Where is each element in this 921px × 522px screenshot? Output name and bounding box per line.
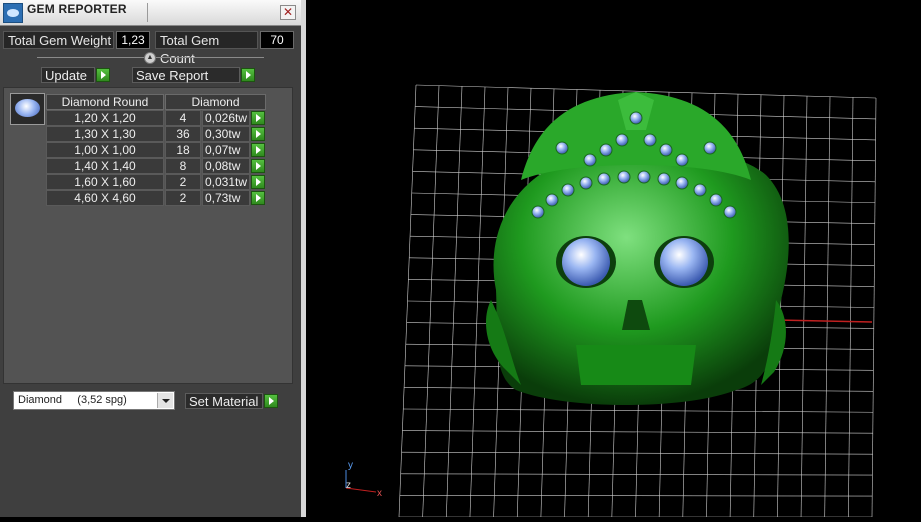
gem-count-cell: 2 [165, 190, 201, 206]
crown-gem [579, 176, 593, 190]
gem-reporter-icon [3, 3, 23, 23]
title-separator [147, 3, 148, 22]
update-go-icon[interactable] [96, 68, 110, 82]
row-select-go-icon[interactable] [251, 127, 265, 141]
teeth [576, 345, 696, 385]
set-material-button[interactable]: Set Material [185, 393, 263, 409]
total-gem-weight-label: Total Gem Weight [3, 31, 114, 49]
axis-z-label: z [346, 480, 351, 491]
crown-gem [629, 111, 643, 125]
axis-y-label: y [348, 460, 353, 471]
total-gem-count-label: Total Gem Count [155, 31, 258, 66]
row-select-go-icon[interactable] [251, 111, 265, 125]
gem-size-cell: 4,60 X 4,60 [46, 190, 164, 206]
material-select-value: Diamond (3,52 spg) [18, 394, 127, 406]
gem-weight-cell: 0,30tw [202, 126, 250, 142]
gem-weight-cell: 0,026tw [202, 110, 250, 126]
crown-gem [637, 170, 651, 184]
header-gem-material: Diamond [165, 94, 266, 110]
crown-gem [531, 205, 545, 219]
left-eye-gem [562, 238, 610, 286]
row-select-go-icon[interactable] [251, 175, 265, 189]
gem-weight-cell: 0,031tw [202, 174, 250, 190]
crown-gem [597, 172, 611, 186]
gem-weight-cell: 0,73tw [202, 190, 250, 206]
crown-gem [703, 141, 717, 155]
row-select-go-icon[interactable] [251, 159, 265, 173]
crown-gem [675, 153, 689, 167]
axis-x-label: x [377, 488, 382, 499]
gem-weight-cell: 0,08tw [202, 158, 250, 174]
gem-weight-cell: 0,07tw [202, 142, 250, 158]
chevron-down-icon[interactable] [157, 393, 173, 408]
gem-size-cell: 1,20 X 1,20 [46, 110, 164, 126]
skull-ring-model[interactable] [486, 92, 789, 405]
gem-size-cell: 1,00 X 1,00 [46, 142, 164, 158]
row-select-go-icon[interactable] [251, 191, 265, 205]
close-button[interactable]: ✕ [280, 5, 296, 20]
crown-gem [545, 193, 559, 207]
collapse-toggle-icon[interactable]: ▲ [144, 52, 156, 64]
crown-gem [599, 143, 613, 157]
save-report-button[interactable]: Save Report [132, 67, 240, 83]
material-select[interactable]: Diamond (3,52 spg) [13, 391, 175, 410]
crown-gem [693, 183, 707, 197]
gem-size-cell: 1,40 X 1,40 [46, 158, 164, 174]
title-bar: GEM REPORTER ✕ [0, 0, 301, 26]
crown-gem [561, 183, 575, 197]
crown-gem [643, 133, 657, 147]
crown-gem [615, 133, 629, 147]
header-gem-shape: Diamond Round [46, 94, 164, 110]
save-report-go-icon[interactable] [241, 68, 255, 82]
crown-gem [617, 170, 631, 184]
set-material-go-icon[interactable] [264, 394, 278, 408]
window-title: GEM REPORTER [27, 2, 127, 16]
viewport-canvas: y z x [345, 84, 877, 518]
gem-count-cell: 2 [165, 174, 201, 190]
total-gem-count-value: 70 [260, 31, 294, 49]
update-button[interactable]: Update [41, 67, 95, 83]
gem-count-cell: 18 [165, 142, 201, 158]
crown-gem [659, 143, 673, 157]
diamond-round-thumbnail[interactable] [10, 93, 45, 125]
crown-gem [675, 176, 689, 190]
row-select-go-icon[interactable] [251, 143, 265, 157]
axis-gizmo: y z x [345, 460, 382, 499]
x-axis-line [775, 319, 873, 323]
crown-gem [657, 172, 671, 186]
crown-gem [555, 141, 569, 155]
gem-count-cell: 8 [165, 158, 201, 174]
gem-count-cell: 36 [165, 126, 201, 142]
crown-gem [709, 193, 723, 207]
gem-count-cell: 4 [165, 110, 201, 126]
gem-size-cell: 1,60 X 1,60 [46, 174, 164, 190]
gem-reporter-panel: GEM REPORTER ✕ Total Gem Weight 1,23 Tot… [0, 0, 301, 517]
3d-viewport[interactable]: y z x [306, 0, 921, 518]
crown-gem [723, 205, 737, 219]
crown-gem [583, 153, 597, 167]
right-eye-gem [660, 238, 708, 286]
total-gem-weight-value: 1,23 [116, 31, 150, 49]
gem-size-cell: 1,30 X 1,30 [46, 126, 164, 142]
